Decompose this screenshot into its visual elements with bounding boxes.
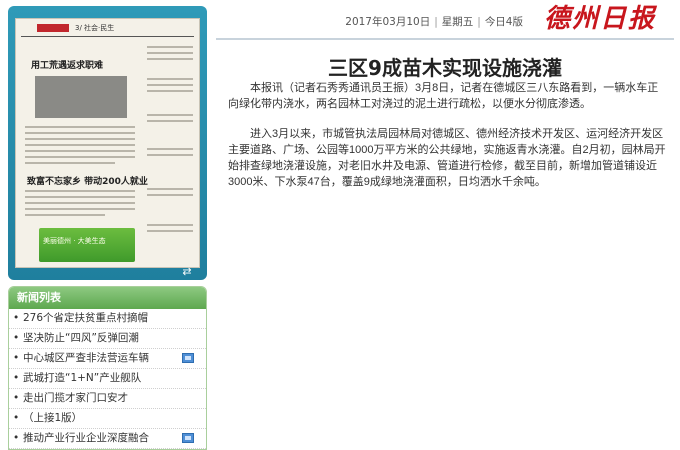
bullet-icon: • xyxy=(13,352,20,364)
refresh-icon[interactable]: ⇄ xyxy=(179,266,195,278)
news-list-panel: 新闻列表 • 276个省定扶贫重点村摘帽 • 坚决防止“四风”反弹回潮 • 中心城区严查非… xyxy=(8,286,207,450)
page-header: 3/ 社会·民生 xyxy=(37,24,137,34)
news-list-item[interactable]: • 走出门揽才家门口安才 xyxy=(9,389,206,409)
edition-count[interactable]: 今日4版 xyxy=(482,16,526,28)
date-bar: 2017年03月10日 | 星期五 | 今日4版 xyxy=(216,14,526,30)
weekday: 星期五 xyxy=(441,16,474,28)
bullet-icon: • xyxy=(13,332,20,344)
news-item-label[interactable]: 推动产业行业企业深度融合 xyxy=(23,432,149,444)
newspaper-page-thumbnail[interactable]: 3/ 社会·民生 用工荒遇返求职难 致富不忘家乡 带动200人就业 美丽德州 ·… xyxy=(15,18,200,268)
newspaper-page-preview[interactable]: 3/ 社会·民生 用工荒遇返求职难 致富不忘家乡 带动200人就业 美丽德州 ·… xyxy=(8,6,207,280)
article-paragraph-2: 进入3月以来，市城管执法局园林局对德城区、德州经济技术开发区、运河经济开发区主要… xyxy=(228,128,666,188)
preview-ad-banner: 美丽德州 · 大美生态 xyxy=(39,228,135,262)
article-paragraph-1: 本报讯（记者石秀秀通讯员王振）3月8日，记者在德城区三八东路看到，一辆水车正向绿… xyxy=(228,82,659,110)
news-list-item[interactable]: • 武城打造“1+N”产业舰队 xyxy=(9,369,206,389)
news-item-label[interactable]: 走出门揽才家门口安才 xyxy=(23,392,128,404)
page-label: 3/ 社会·民生 xyxy=(75,24,115,32)
news-item-label[interactable]: 武城打造“1+N”产业舰队 xyxy=(23,372,141,384)
news-list-title: 新闻列表 xyxy=(9,287,206,309)
article-body: 本报讯（记者石秀秀通讯员王振）3月8日，记者在德城区三八东路看到，一辆水车正向绿… xyxy=(228,80,668,204)
left-column: 3/ 社会·民生 用工荒遇返求职难 致富不忘家乡 带动200人就业 美丽德州 ·… xyxy=(8,6,207,450)
news-list-item[interactable]: • 推动产业行业企业深度融合 xyxy=(9,429,206,449)
article-title: 三区9成苗木实现设施浇灌 xyxy=(328,56,562,80)
video-icon[interactable] xyxy=(182,433,194,443)
news-list-item[interactable]: • （上接1版） xyxy=(9,409,206,429)
news-item-label[interactable]: 中心城区严查非法营运车辆 xyxy=(23,352,149,364)
preview-photo xyxy=(35,76,127,118)
preview-headline-2: 致富不忘家乡 带动200人就业 xyxy=(27,177,148,187)
news-item-label[interactable]: （上接1版） xyxy=(23,412,82,424)
header-divider xyxy=(216,38,674,40)
issue-date: 2017年03月10日 xyxy=(345,16,431,28)
paper-logo-mini xyxy=(37,24,69,32)
bullet-icon: • xyxy=(13,312,20,324)
bullet-icon: • xyxy=(13,372,20,384)
video-icon[interactable] xyxy=(182,353,194,363)
news-list-item[interactable]: • 中心城区严查非法营运车辆 xyxy=(9,349,206,369)
news-item-label[interactable]: 坚决防止“四风”反弹回潮 xyxy=(23,332,139,344)
bullet-icon: • xyxy=(13,392,20,404)
news-list-item[interactable]: • 276个省定扶贫重点村摘帽 xyxy=(9,309,206,329)
preview-headline-1: 用工荒遇返求职难 xyxy=(31,61,104,71)
newspaper-logo[interactable]: 德州日报 xyxy=(530,2,670,36)
bullet-icon: • xyxy=(13,412,20,424)
news-list: • 276个省定扶贫重点村摘帽 • 坚决防止“四风”反弹回潮 • 中心城区严查非法营运车辆… xyxy=(9,309,206,449)
news-list-item[interactable]: • 坚决防止“四风”反弹回潮 xyxy=(9,329,206,349)
bullet-icon: • xyxy=(13,432,20,444)
news-item-label[interactable]: 276个省定扶贫重点村摘帽 xyxy=(23,312,148,324)
